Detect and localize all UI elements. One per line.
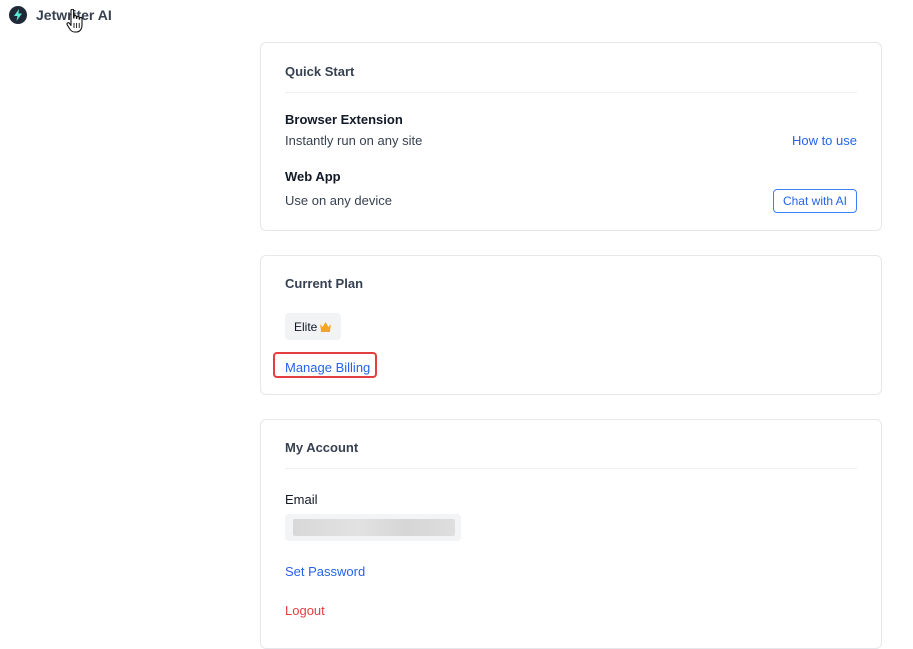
card-title: Quick Start bbox=[285, 64, 355, 79]
web-app-description: Use on any device bbox=[285, 193, 392, 208]
card-title: Current Plan bbox=[285, 276, 364, 291]
email-field bbox=[285, 514, 461, 541]
how-to-use-link[interactable]: How to use bbox=[792, 133, 857, 148]
set-password-link[interactable]: Set Password bbox=[285, 564, 365, 579]
crown-icon bbox=[320, 322, 332, 332]
my-account-card: My Account Email Set Password Logout bbox=[260, 419, 882, 649]
email-label: Email bbox=[285, 492, 318, 507]
divider bbox=[285, 92, 857, 93]
logout-link[interactable]: Logout bbox=[285, 603, 325, 618]
plan-badge: Elite bbox=[285, 313, 342, 340]
quick-start-card: Quick Start Browser Extension Instantly … bbox=[260, 42, 882, 231]
plan-name: Elite bbox=[294, 319, 318, 334]
chat-with-ai-button[interactable]: Chat with AI bbox=[772, 189, 857, 213]
manage-billing-link[interactable]: Manage Billing bbox=[285, 360, 370, 375]
current-plan-card: Current Plan Elite Manage Billing bbox=[260, 255, 882, 395]
email-value-redacted bbox=[293, 519, 455, 536]
web-app-label: Web App bbox=[285, 169, 341, 184]
card-title: My Account bbox=[285, 440, 359, 455]
browser-extension-description: Instantly run on any site bbox=[285, 133, 423, 148]
lightning-bolt-icon bbox=[9, 6, 27, 24]
browser-extension-label: Browser Extension bbox=[285, 112, 403, 127]
app-brand[interactable]: Jetwriter AI bbox=[9, 5, 112, 25]
divider bbox=[285, 468, 857, 469]
hand-pointer-cursor-icon bbox=[66, 9, 83, 33]
